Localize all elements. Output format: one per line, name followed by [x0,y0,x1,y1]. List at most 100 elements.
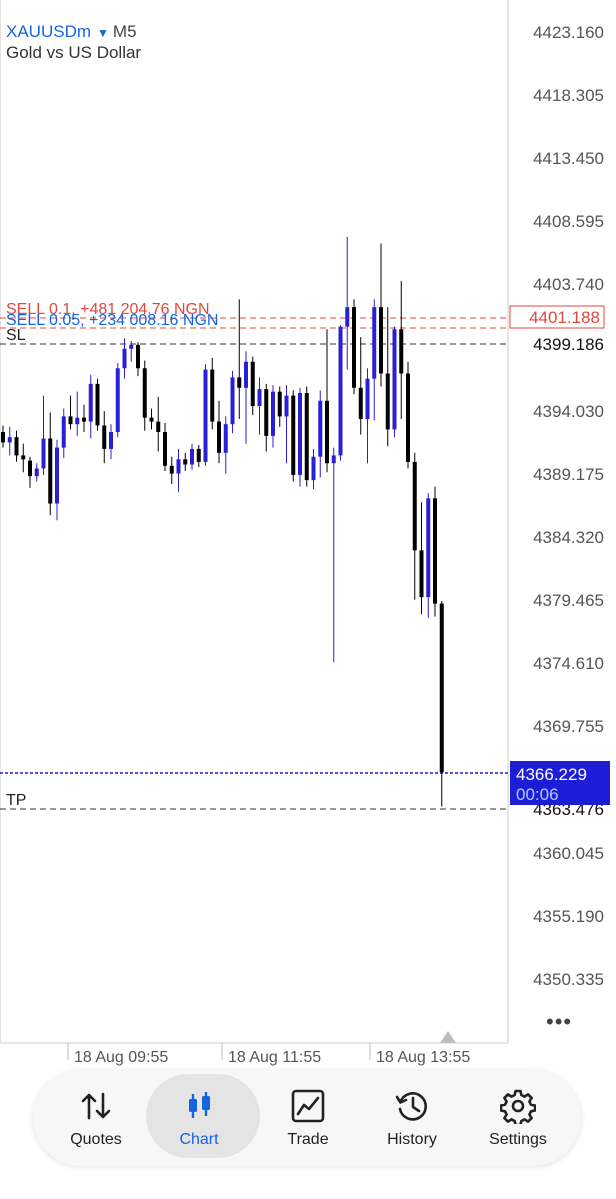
candle-body [271,391,275,436]
symbol-name[interactable]: XAUUSDm [6,22,91,41]
symbol-header[interactable]: XAUUSDm ▼ M5 [6,22,137,42]
candle-body [156,421,161,432]
candle-body [406,373,410,462]
candle-body [237,377,242,388]
candle-body [358,387,363,419]
candle-body [149,417,154,422]
candle-body [392,329,397,430]
candle-body [217,421,221,453]
price-label: 4423.160 [533,23,604,42]
nav-settings-label: Settings [489,1131,547,1148]
candle-body [291,395,296,475]
candle-body [433,498,437,604]
candle-body [82,417,86,422]
nav-quotes[interactable]: Quotes [41,1070,151,1166]
price-label: 4394.030 [533,402,604,421]
candle-body [196,448,201,462]
quotes-icon [81,1092,111,1120]
nav-chart[interactable]: Chart [144,1070,260,1166]
chart-shift-marker[interactable] [440,1031,456,1043]
candle-body [412,461,417,551]
candle-body [257,389,262,406]
candle-body [1,431,5,443]
candle-body [41,438,46,469]
candle-body [426,498,431,598]
price-axis: 4423.160 4418.305 4413.450 4408.595 4403… [533,23,604,989]
price-label: 4374.610 [533,654,604,673]
candle-body [88,383,93,422]
stop-loss-label[interactable]: SL [6,327,26,344]
price-label: 4369.755 [533,717,604,736]
price-label: 4355.190 [533,907,604,926]
candle-body [345,307,350,327]
candle-body [298,392,302,475]
candle-body [385,373,390,430]
price-label: 4379.465 [533,591,604,610]
take-profit-label[interactable]: TP [6,792,26,809]
price-label: 4408.595 [533,212,604,231]
history-icon [395,1092,428,1121]
candle-body [365,378,370,419]
bar-countdown-text: 00:06 [516,785,559,804]
candle-body [338,326,343,456]
price-label: 4403.740 [533,275,604,294]
candle-body [28,460,32,477]
candle-body [331,455,336,464]
symbol-dropdown-icon[interactable]: ▼ [97,26,109,40]
nav-history[interactable]: History [357,1070,467,1166]
trade-icon [291,1089,325,1123]
candle-body [176,459,181,474]
candle-body [439,603,444,773]
bottom-navigation: Quotes Chart Trade History Settings [33,1070,581,1166]
sell-order-label-2[interactable]: SELL 0.05, +234 008.16 NGN [6,312,218,329]
candle-body [34,468,39,477]
nav-quotes-label: Quotes [70,1131,122,1148]
candle-body [142,368,147,418]
candle-body [163,431,167,466]
candle-body [190,448,194,465]
price-label: 4350.335 [533,970,604,989]
candle-body [352,307,356,388]
candle-body [284,395,289,417]
time-axis: 18 Aug 09:55 18 Aug 11:55 18 Aug 13:55 [67,1043,470,1066]
sell-price-tag-partial [510,329,604,334]
sell-price-tag-text: 4401.188 [529,308,600,327]
current-price-text: 4366.229 [516,765,587,784]
candle-body [7,437,12,443]
candle-body [115,368,120,432]
candle-body [102,425,107,449]
candle-body [325,400,329,464]
timeframe-label[interactable]: M5 [113,22,137,41]
nav-trade-label: Trade [287,1131,329,1148]
candle-body [169,465,174,474]
candle-body [14,437,19,456]
candle-body [68,416,73,425]
candle-body [129,344,134,349]
price-chart[interactable]: 4423.160 4418.305 4413.450 4408.595 4403… [0,0,616,1199]
candle-body [95,383,100,426]
candle-body [244,361,248,388]
candle-body [183,459,188,465]
candle-body [318,400,323,457]
nav-chart-label: Chart [179,1131,219,1148]
nav-history-label: History [387,1131,437,1148]
candle-body [61,416,66,448]
candle-body [223,424,228,453]
more-options-icon[interactable]: ••• [546,1009,572,1035]
nav-trade[interactable]: Trade [253,1070,363,1166]
nav-settings[interactable]: Settings [463,1070,573,1166]
price-label: 4389.175 [533,465,604,484]
candle-body [399,329,404,374]
candle-body [311,456,316,481]
candle-body [136,344,140,369]
candle-body [21,455,26,460]
candle-body [109,431,113,449]
candle-body [372,307,377,379]
price-label: 4413.450 [533,149,604,168]
candle-body [48,438,53,504]
time-label: 18 Aug 11:55 [228,1049,321,1066]
candle-body [55,447,59,504]
time-label: 18 Aug 13:55 [376,1049,470,1066]
price-label: 4418.305 [533,86,604,105]
candle-body [379,307,383,374]
